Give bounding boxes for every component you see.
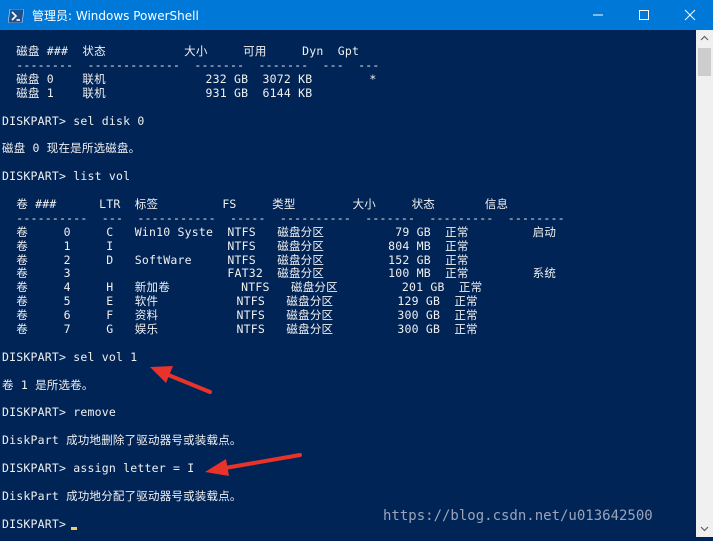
console-line: 磁盘 ### 状态 大小 可用 Dyn Gpt (2, 44, 360, 58)
console-line: 卷 5 E 软件 NTFS 磁盘分区 129 GB 正常 (2, 294, 478, 309)
chevron-up-icon (700, 35, 709, 41)
console-line: DISKPART> list vol (2, 169, 131, 184)
console-line: DISKPART> sel vol 1 (2, 349, 138, 364)
console-line: 卷 4 H 新加卷 NTFS 磁盘分区 201 GB 正常 (2, 280, 483, 295)
console-line: ---------- --- ----------- ----- -------… (2, 210, 565, 225)
console-line: DISKPART> sel disk 0 (2, 113, 145, 128)
console-line: DiskPart 成功地分配了驱动器号或装载点。 (2, 488, 242, 503)
console-line: 磁盘 0 联机 232 GB 3072 KB * (2, 71, 377, 86)
console-output[interactable]: 磁盘 ### 状态 大小 可用 Dyn Gpt -------- -------… (0, 30, 696, 537)
console-line: DiskPart 成功地删除了驱动器号或装载点。 (2, 433, 242, 448)
vertical-scrollbar[interactable] (696, 30, 713, 537)
console-line: DISKPART> remove (2, 405, 116, 420)
scroll-up-button[interactable] (696, 30, 713, 47)
console-line: 卷 6 F 资料 NTFS 磁盘分区 300 GB 正常 (2, 308, 478, 323)
console-line: DISKPART> (2, 516, 74, 531)
console-line: DISKPART> assign letter = I (2, 461, 195, 475)
close-button[interactable] (667, 0, 713, 30)
close-icon (684, 9, 696, 21)
watermark-text: https://blog.csdn.net/u013642500 (383, 508, 653, 524)
console-line: 卷 3 FAT32 磁盘分区 100 MB 正常 系统 (2, 266, 557, 281)
text-cursor (71, 526, 77, 530)
console-line: 卷 0 C Win10 Syste NTFS 磁盘分区 79 GB 正常 启动 (2, 224, 557, 239)
scrollbar-thumb[interactable] (698, 48, 711, 76)
maximize-icon (639, 10, 649, 20)
minimize-icon (593, 14, 603, 16)
chevron-down-icon (700, 526, 709, 532)
maximize-button[interactable] (621, 0, 667, 30)
title-bar[interactable]: 管理员: Windows PowerShell (0, 0, 713, 30)
window-title: 管理员: Windows PowerShell (32, 9, 199, 23)
console-line: 卷 2 D SoftWare NTFS 磁盘分区 152 GB 正常 (2, 252, 469, 267)
powershell-icon (7, 8, 25, 24)
console-line: 卷 7 G 娱乐 NTFS 磁盘分区 300 GB 正常 (2, 322, 478, 336)
scroll-down-button[interactable] (696, 520, 713, 537)
console-line: 卷 1 是所选卷。 (2, 377, 94, 392)
minimize-button[interactable] (575, 0, 621, 30)
console-line: -------- ------------- ------- ------- -… (2, 57, 380, 72)
console-line: 卷 ### LTR 标签 FS 类型 大小 状态 信息 (2, 196, 509, 211)
console-line: 卷 1 I NTFS 磁盘分区 804 MB 正常 (2, 238, 469, 253)
console-line: 磁盘 0 现在是所选磁盘。 (2, 141, 141, 156)
console-line: 磁盘 1 联机 931 GB 6144 KB (2, 85, 313, 100)
